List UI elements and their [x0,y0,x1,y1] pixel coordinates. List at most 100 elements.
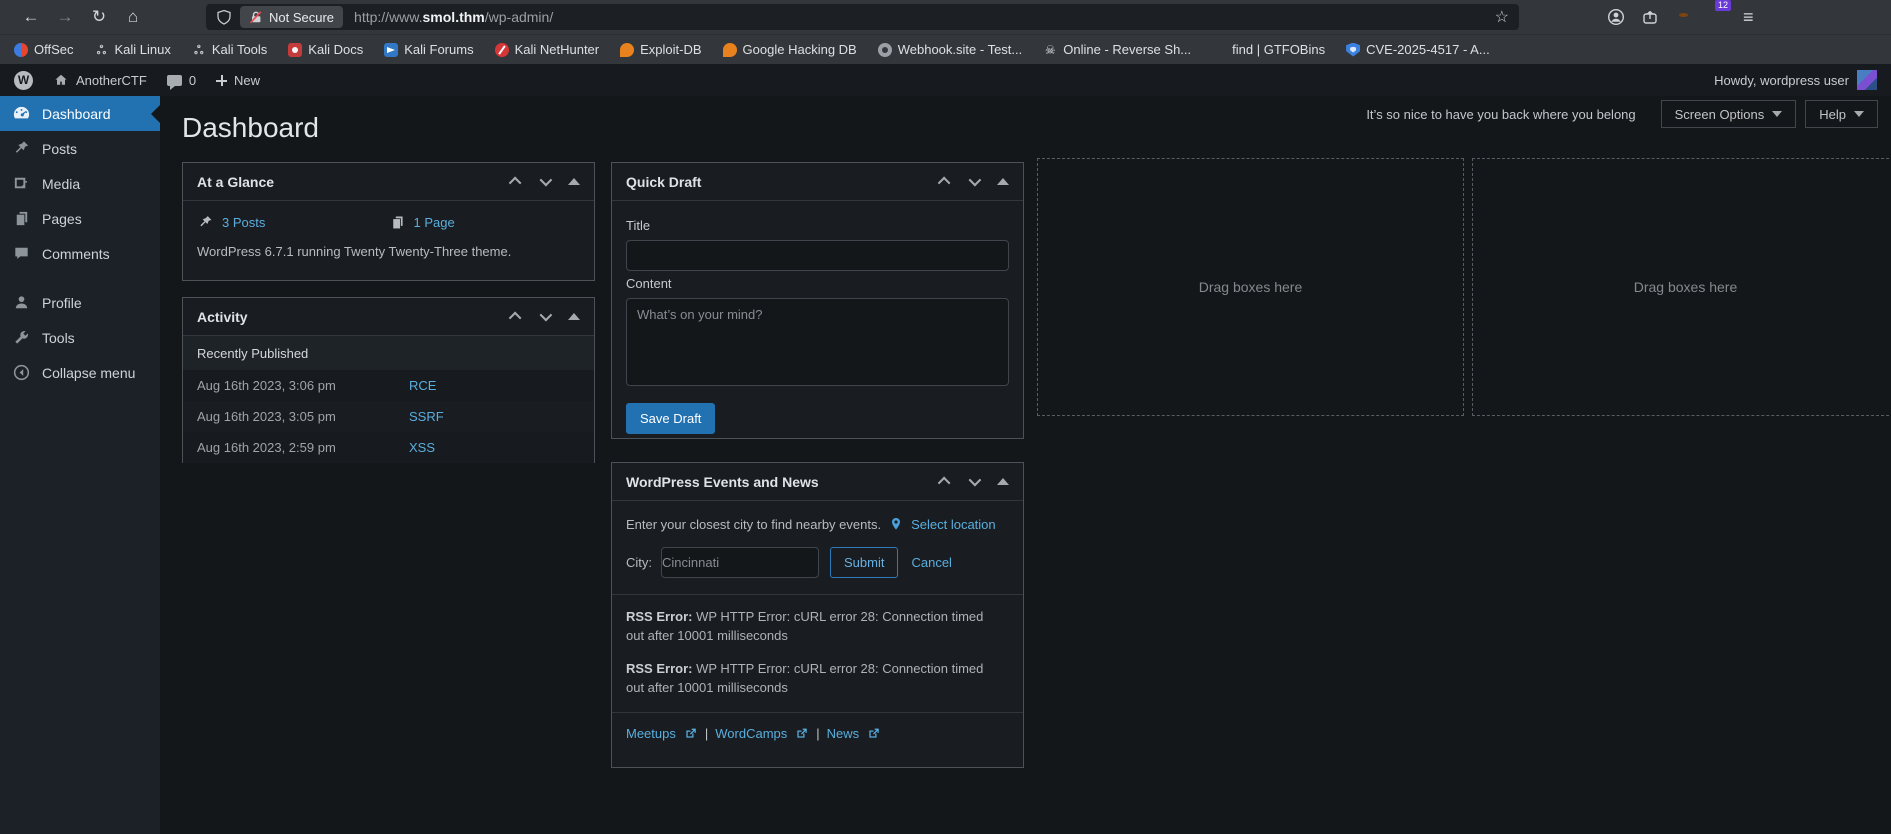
meetups-link[interactable]: Meetups [626,726,676,741]
bookmark-kali-tools[interactable]: ஃKali Tools [192,42,267,57]
submit-button[interactable]: Submit [830,547,898,578]
reload-icon[interactable]: ↻ [82,7,116,27]
activity-row: Aug 16th 2023, 2:59 pm XSS [183,432,594,463]
kali-forums-icon [384,43,398,57]
url-bar[interactable]: Not Secure http://www.smol.thm/wp-admin/… [206,4,1519,30]
comments-count: 0 [189,73,196,88]
privacy-extension-icon[interactable]: 12 [1709,8,1727,26]
move-up-icon[interactable] [509,177,522,190]
cve-shield-icon [1346,43,1360,57]
post-date: Aug 16th 2023, 3:06 pm [197,378,409,393]
sidebar-item-collapse-menu[interactable]: Collapse menu [0,355,160,390]
back-icon[interactable]: ← [14,7,48,27]
account-icon[interactable] [1607,8,1625,26]
bookmark-offsec[interactable]: OffSec [14,42,74,57]
site-name: AnotherCTF [76,73,147,88]
bookmark-kali-linux[interactable]: ஃKali Linux [95,42,171,57]
bookmark-cve[interactable]: CVE-2025-4517 - A... [1346,42,1490,57]
widget-header[interactable]: Quick Draft [612,163,1023,201]
posts-count-item: 3 Posts [197,214,389,231]
news-link[interactable]: News [827,726,860,741]
widget-header[interactable]: Activity [183,298,594,336]
sidebar-item-media[interactable]: Media [0,166,160,201]
bookmark-webhook-site[interactable]: Webhook.site - Test... [878,42,1023,57]
browser-toolbar: ← → ↻ ⌂ Not Secure http://www.smol.thm/w… [0,0,1891,34]
widget-header[interactable]: At a Glance [183,163,594,201]
url-path: /wp-admin/ [485,9,553,25]
bookmark-google-hacking-db[interactable]: Google Hacking DB [723,42,857,57]
bookmark-reverse-shell[interactable]: ☠Online - Reverse Sh... [1043,42,1191,57]
bookmark-label: Kali Tools [212,42,267,57]
save-draft-button[interactable]: Save Draft [626,403,715,434]
bookmark-kali-nethunter[interactable]: Kali NetHunter [495,42,600,57]
screen-options-button[interactable]: Screen Options [1661,100,1797,128]
city-input[interactable] [661,547,819,578]
not-secure-chip[interactable]: Not Secure [240,6,343,28]
sidebar-item-tools[interactable]: Tools [0,320,160,355]
post-link[interactable]: XSS [409,440,435,455]
tracking-shield-icon[interactable] [216,9,232,25]
widget-title: Quick Draft [626,174,701,190]
url-text[interactable]: http://www.smol.thm/wp-admin/ [354,9,553,25]
my-account-menu[interactable]: Howdy, wordpress user [1714,70,1877,90]
move-down-icon[interactable] [540,174,553,187]
comments-menu[interactable]: 0 [167,73,196,88]
post-link[interactable]: RCE [409,378,436,393]
widget-drop-zone[interactable]: Drag boxes here [1472,158,1891,416]
wp-logo-menu[interactable]: W [14,71,33,90]
move-down-icon[interactable] [969,474,982,487]
bookmark-label: Kali NetHunter [515,42,600,57]
events-intro-text: Enter your closest city to find nearby e… [626,517,881,532]
sidebar-item-comments[interactable]: Comments [0,236,160,271]
bookmark-label: Webhook.site - Test... [898,42,1023,57]
cancel-link[interactable]: Cancel [911,555,951,570]
pages-count-link[interactable]: 1 Page [414,215,455,230]
bookmark-gtfobins[interactable]: find | GTFOBins [1212,42,1325,57]
select-location-link[interactable]: Select location [911,517,996,532]
bookmark-label: Google Hacking DB [743,42,857,57]
security-label: Not Secure [269,10,334,25]
share-icon[interactable] [1641,8,1659,26]
bookmark-star-icon[interactable]: ☆ [1495,7,1509,27]
howdy-text: Howdy, wordpress user [1714,73,1849,88]
sidebar-item-posts[interactable]: Posts [0,131,160,166]
sidebar-item-profile[interactable]: Profile [0,285,160,320]
home-icon [53,72,69,88]
sidebar-item-dashboard[interactable]: Dashboard [0,96,160,131]
sidebar-item-pages[interactable]: Pages [0,201,160,236]
avatar [1857,70,1877,90]
move-up-icon[interactable] [509,312,522,325]
forward-icon[interactable]: → [48,7,82,27]
widget-drop-zone[interactable]: Drag boxes here [1037,158,1464,416]
url-domain: smol.thm [423,9,485,25]
move-up-icon[interactable] [938,177,951,190]
hacktools-extension-icon[interactable] [1675,8,1693,26]
move-up-icon[interactable] [938,477,951,490]
move-down-icon[interactable] [540,309,553,322]
rss-error-message: RSS Error: WP HTTP Error: cURL error 28:… [626,608,986,646]
wordpress-version-text: WordPress 6.7.1 running Twenty Twenty-Th… [183,231,594,272]
new-content-menu[interactable]: New [216,73,260,88]
chevron-down-icon [1854,111,1864,117]
home-icon[interactable]: ⌂ [116,7,150,27]
draft-title-input[interactable] [626,240,1009,271]
site-name-menu[interactable]: AnotherCTF [53,72,147,88]
sidebar-label: Media [42,176,80,192]
toggle-panel-icon[interactable] [568,313,580,320]
posts-count-link[interactable]: 3 Posts [222,215,265,230]
hamburger-menu-icon[interactable]: ≡ [1743,7,1754,28]
bookmark-kali-forums[interactable]: Kali Forums [384,42,473,57]
post-link[interactable]: SSRF [409,409,444,424]
toggle-panel-icon[interactable] [568,178,580,185]
draft-content-textarea[interactable] [626,298,1009,386]
wordcamps-link[interactable]: WordCamps [715,726,787,741]
bookmark-exploit-db[interactable]: Exploit-DB [620,42,701,57]
help-button[interactable]: Help [1805,100,1878,128]
move-down-icon[interactable] [969,174,982,187]
toggle-panel-icon[interactable] [997,178,1009,185]
toggle-panel-icon[interactable] [997,478,1009,485]
bookmark-kali-docs[interactable]: Kali Docs [288,42,363,57]
widget-header[interactable]: WordPress Events and News [612,463,1023,501]
city-label: City: [626,555,652,570]
rss-error-label: RSS Error: [626,661,692,676]
